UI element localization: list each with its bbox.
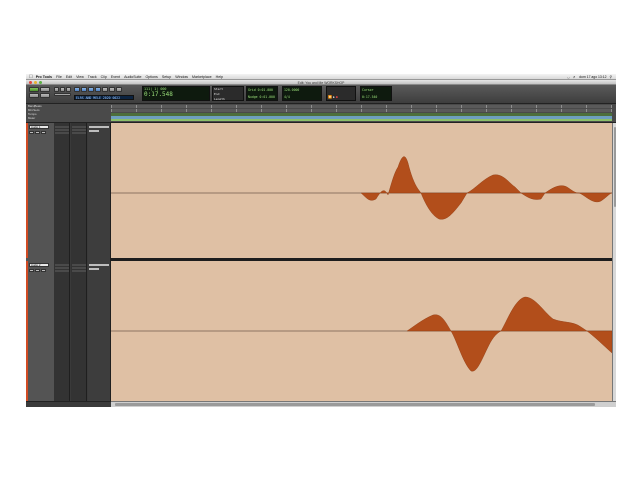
ruler-label-minsecs: Min:Secs — [28, 108, 40, 112]
smart-tool-button[interactable] — [116, 87, 122, 92]
minsecs-ruler[interactable] — [111, 109, 612, 112]
length-label: Length — [214, 97, 225, 101]
horizontal-scroll-thumb[interactable] — [115, 403, 595, 406]
track-info-display: ELRS AND MELE 2020 0022 — [74, 95, 134, 100]
main-counter: 0:17.548 — [144, 91, 173, 98]
tempo-value: 120.0000 — [284, 88, 300, 92]
menu-file[interactable]: File — [56, 75, 62, 79]
track-1-record-button[interactable] — [29, 131, 34, 134]
grabber-tool-button[interactable] — [95, 87, 101, 92]
meter-value: 4/4 — [284, 95, 290, 99]
track-2-lane[interactable] — [111, 261, 612, 401]
menu-event[interactable]: Event — [111, 75, 120, 79]
zoom-out-button[interactable] — [54, 87, 59, 92]
shuffle-mode-button[interactable] — [29, 87, 39, 92]
track-1-waveform — [111, 156, 612, 220]
pencil-tool-button[interactable] — [109, 87, 115, 92]
slip-mode-button[interactable] — [40, 87, 50, 92]
grid-mode-button[interactable] — [40, 93, 50, 98]
nudge-label: Nudge — [248, 95, 258, 99]
cursor-label: Cursor — [362, 88, 374, 92]
track-2-solo-button[interactable] — [35, 269, 40, 272]
edit-window-tracks[interactable] — [111, 123, 612, 401]
pro-tools-screen:  Pro Tools File Edit View Track Clip Ev… — [26, 74, 616, 407]
window-title: Edit: You and Me WORKSHOP — [297, 80, 345, 85]
start-label: Start — [214, 87, 224, 91]
track-1-color-strip — [26, 123, 28, 258]
cursor-value: 0:17.540 — [362, 95, 378, 99]
menu-track[interactable]: Track — [88, 75, 97, 79]
track-2-mute-button[interactable] — [41, 269, 46, 272]
track-headers: Audio 1 Audio 2 — [26, 123, 54, 401]
menu-clock[interactable]: dom 17 ago 13:12 — [579, 75, 606, 79]
spotlight-icon[interactable]: ⚲ — [610, 75, 612, 79]
horizontal-scrollbar[interactable] — [111, 401, 616, 407]
sends-column[interactable] — [71, 123, 87, 401]
rulers-area: Bars|Beats Min:Secs Tempo Meter — [26, 104, 616, 123]
inserts-column[interactable] — [54, 123, 70, 401]
grid-nudge-panel[interactable]: Grid 0:01.000 Nudge 0:01.000 — [246, 86, 278, 101]
zoomer-tool-button[interactable] — [74, 87, 80, 92]
play-icon[interactable]: ▶ — [333, 95, 335, 99]
menu-app-name[interactable]: Pro Tools — [36, 75, 52, 79]
rewind-icon[interactable]: ⏪ — [328, 95, 332, 99]
selector-tool-button[interactable] — [88, 87, 94, 92]
ruler-label-meter: Meter — [28, 116, 36, 120]
track-2-record-button[interactable] — [29, 269, 34, 272]
menu-marketplace[interactable]: Marketplace — [192, 75, 212, 79]
grid-value: 0:01.000 — [257, 88, 273, 92]
wifi-icon[interactable]: ◡ — [567, 75, 570, 79]
selection-panel[interactable]: Start End Length — [212, 86, 244, 101]
vertical-scrollbar[interactable] — [612, 123, 616, 401]
apple-icon[interactable]:  — [29, 74, 33, 80]
main-counter-panel[interactable]: 111| 1| 000 0:17.548 — [142, 86, 210, 101]
record-icon[interactable]: ● — [336, 95, 338, 99]
menu-view[interactable]: View — [76, 75, 84, 79]
ruler-label-tempo: Tempo — [28, 112, 37, 116]
io-column[interactable] — [88, 123, 111, 401]
volume-icon[interactable]: ♬ — [573, 75, 576, 79]
zoom-in-button[interactable] — [60, 87, 65, 92]
vertical-scroll-thumb[interactable] — [613, 127, 616, 207]
trim-tool-button[interactable] — [81, 87, 87, 92]
transport-mini-panel[interactable]: ⏪ ▶ ● — [326, 86, 356, 101]
menu-help[interactable]: Help — [216, 75, 223, 79]
scrubber-tool-button[interactable] — [102, 87, 108, 92]
tempo-meter-panel[interactable]: 120.0000 4/4 — [282, 86, 322, 101]
zoom-preset-button[interactable] — [66, 87, 71, 92]
zoom-presets-bar[interactable] — [54, 93, 71, 96]
cursor-panel: Cursor 0:17.540 — [360, 86, 392, 101]
menu-window[interactable]: Window — [175, 75, 188, 79]
end-label: End — [214, 92, 220, 96]
inserts-sends-columns — [54, 123, 111, 401]
bars-ruler[interactable] — [111, 105, 612, 108]
ruler-label-bars: Bars|Beats — [28, 104, 42, 108]
bottom-left-panel — [26, 401, 111, 407]
menu-edit[interactable]: Edit — [66, 75, 72, 79]
grid-label: Grid — [248, 88, 256, 92]
track-2-color-strip — [26, 261, 28, 401]
menu-audiosuite[interactable]: AudioSuite — [124, 75, 141, 79]
markers-ruler[interactable] — [111, 119, 612, 121]
track-1-mute-button[interactable] — [41, 131, 46, 134]
menu-clip[interactable]: Clip — [101, 75, 107, 79]
edit-toolbar: ELRS AND MELE 2020 0022 111| 1| 000 0:17… — [26, 85, 616, 104]
spot-mode-button[interactable] — [29, 93, 39, 98]
menu-options[interactable]: Options — [145, 75, 157, 79]
track-2-waveform — [111, 296, 612, 372]
menu-setup[interactable]: Setup — [162, 75, 171, 79]
track-1-solo-button[interactable] — [35, 131, 40, 134]
track-1-name[interactable]: Audio 1 — [29, 125, 49, 129]
nudge-value: 0:01.000 — [259, 95, 275, 99]
track-1-lane[interactable] — [111, 123, 612, 258]
track-2-name[interactable]: Audio 2 — [29, 263, 49, 267]
